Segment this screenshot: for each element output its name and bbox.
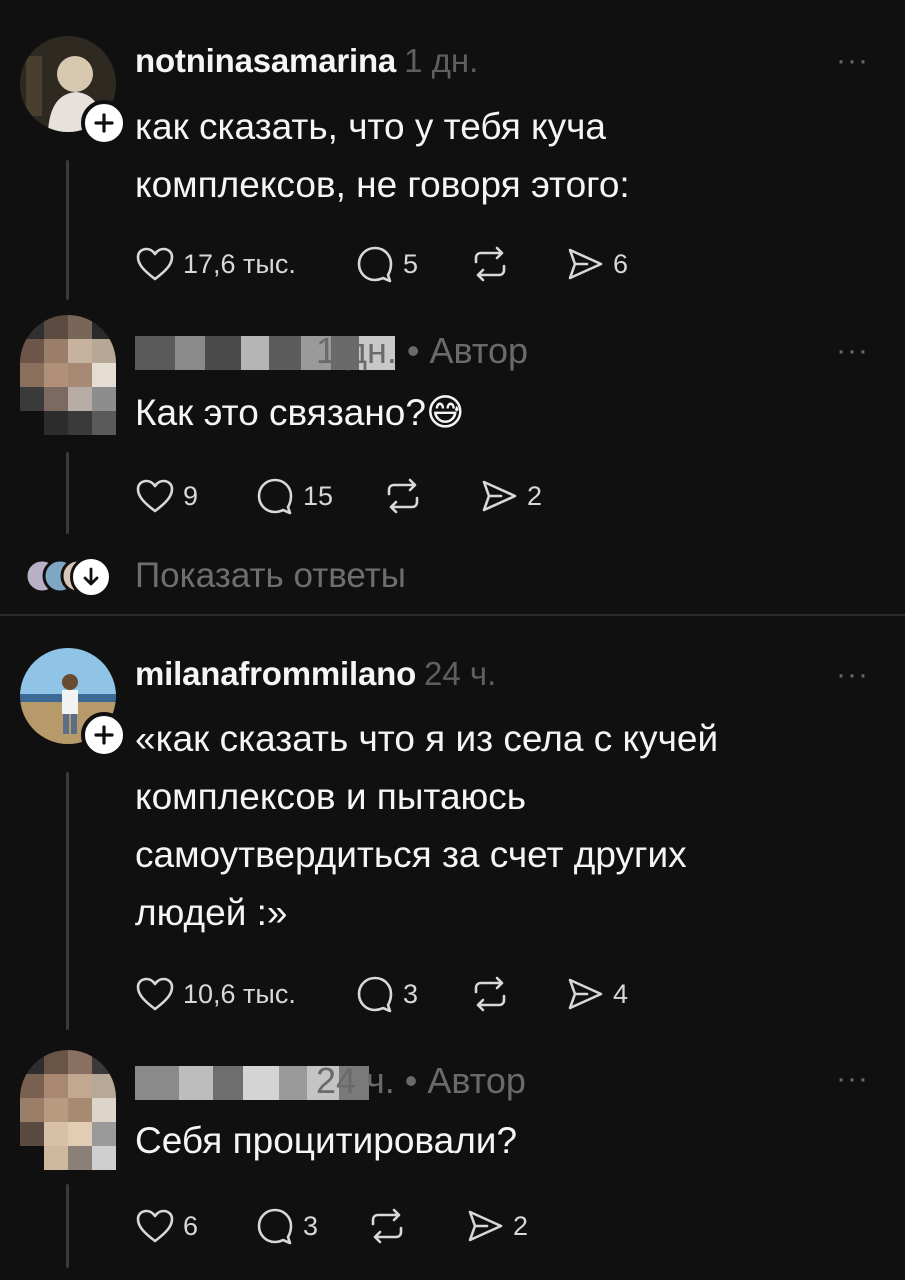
share-button[interactable]: 6 — [565, 244, 628, 284]
comment-text-line: комплексов, не говоря этого: — [135, 164, 630, 205]
action-bar: 17,6 тыс. 5 6 — [135, 244, 628, 284]
username[interactable]: milanafrommilano — [135, 655, 416, 692]
timestamp: 1 дн. — [404, 42, 479, 79]
like-count: 9 — [183, 480, 199, 511]
thread-line — [66, 1184, 69, 1268]
follow-plus-button[interactable] — [81, 712, 127, 758]
reply-button[interactable]: 3 — [255, 1206, 367, 1246]
action-bar: 6 3 2 — [135, 1206, 528, 1246]
plus-icon — [94, 725, 114, 745]
like-count: 6 — [183, 1210, 199, 1241]
comment-text-line: людей :» — [135, 892, 288, 933]
reply-text: Как это связано?😅 — [135, 384, 855, 442]
more-options-icon[interactable]: ··· — [836, 44, 869, 78]
speech-bubble-icon — [257, 478, 293, 515]
comment-text-line: комплексов и пытаюсь — [135, 776, 527, 817]
share-count: 2 — [513, 1210, 529, 1241]
plus-icon — [94, 113, 114, 133]
reply-text-content: Как это связано? — [135, 392, 426, 433]
heart-icon — [136, 247, 174, 281]
more-options-icon[interactable]: ··· — [836, 334, 869, 368]
share-count: 6 — [613, 248, 629, 279]
follow-plus-button[interactable] — [81, 100, 127, 146]
heart-icon — [136, 479, 174, 513]
repost-icon — [474, 976, 506, 1012]
repost-icon — [387, 478, 419, 514]
timestamp: 24 ч. — [424, 655, 497, 692]
username[interactable]: notninasamarina — [135, 42, 396, 79]
action-bar: 9 15 2 — [135, 476, 542, 516]
share-button[interactable]: 2 — [479, 476, 542, 516]
reply-count: 3 — [303, 1210, 319, 1241]
speech-bubble-icon — [357, 976, 393, 1013]
arrow-down-icon — [70, 556, 112, 598]
speech-bubble-icon — [357, 246, 393, 283]
avatar[interactable] — [20, 1050, 116, 1170]
share-count: 4 — [613, 978, 629, 1009]
timestamp-author: 24 ч. • Автор — [316, 1060, 526, 1101]
send-icon — [468, 1210, 503, 1242]
reply-count: 15 — [303, 480, 334, 511]
more-options-icon[interactable]: ··· — [836, 1062, 869, 1096]
reply-button[interactable]: 15 — [255, 476, 383, 516]
repost-button[interactable] — [383, 476, 479, 516]
reply-button[interactable]: 5 — [355, 244, 470, 284]
comment-text-line: самоутвердиться за счет других — [135, 834, 687, 875]
repost-icon — [371, 1208, 403, 1244]
show-replies-link[interactable]: Показать ответы — [135, 556, 406, 596]
divider — [0, 614, 905, 616]
action-bar: 10,6 тыс. 3 4 — [135, 974, 628, 1014]
repost-button[interactable] — [367, 1206, 465, 1246]
like-button[interactable]: 6 — [135, 1208, 255, 1244]
comment-text: «как сказать что я из села с кучей компл… — [135, 710, 855, 942]
repost-button[interactable] — [470, 974, 565, 1014]
thread-line — [66, 452, 69, 534]
share-button[interactable]: 4 — [565, 974, 628, 1014]
send-icon — [568, 248, 603, 280]
speech-bubble-icon — [257, 1208, 293, 1245]
reply-text: Себя процитировали? — [135, 1120, 518, 1161]
like-count: 10,6 тыс. — [183, 978, 296, 1009]
avatar[interactable] — [20, 315, 116, 435]
reply-count: 3 — [403, 978, 419, 1009]
like-button[interactable]: 9 — [135, 478, 255, 514]
comment-text: как сказать, что у тебя куча комплексов,… — [135, 98, 855, 214]
timestamp-author: 1 дн. • Автор — [316, 330, 528, 371]
repost-button[interactable] — [470, 244, 565, 284]
send-icon — [568, 978, 603, 1010]
heart-icon — [136, 977, 174, 1011]
heart-icon — [136, 1209, 174, 1243]
like-count: 17,6 тыс. — [183, 248, 296, 279]
thread-line — [66, 160, 69, 300]
comment-text-line: как сказать, что у тебя куча — [135, 106, 607, 147]
send-icon — [482, 480, 517, 512]
reply-count: 5 — [403, 248, 419, 279]
share-button[interactable]: 2 — [465, 1206, 528, 1246]
repost-icon — [474, 246, 506, 282]
reply-button[interactable]: 3 — [355, 974, 470, 1014]
more-options-icon[interactable]: ··· — [836, 658, 869, 692]
thread-line — [66, 772, 69, 1030]
like-button[interactable]: 17,6 тыс. — [135, 246, 355, 282]
comment-text-line: «как сказать что я из села с кучей — [135, 718, 719, 759]
share-count: 2 — [527, 480, 543, 511]
like-button[interactable]: 10,6 тыс. — [135, 976, 355, 1012]
emoji: 😅 — [425, 392, 465, 433]
